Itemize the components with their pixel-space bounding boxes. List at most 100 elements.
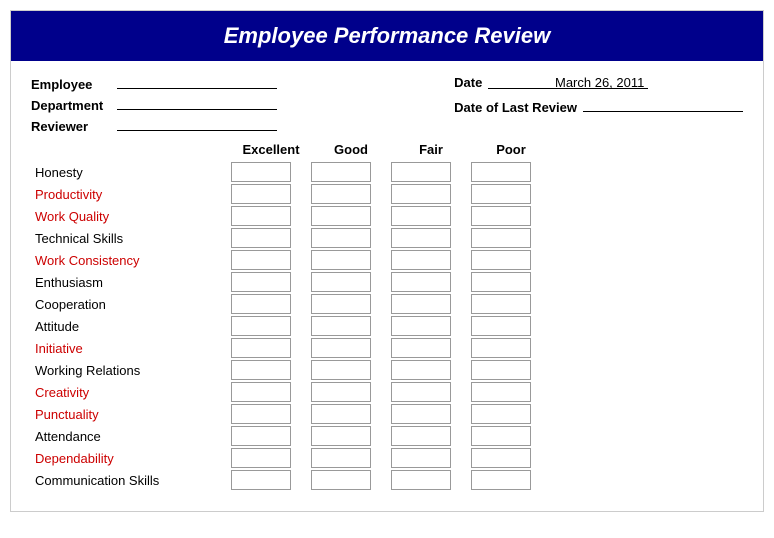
checkbox-good[interactable] — [311, 382, 371, 402]
criteria-row: Attendance — [31, 425, 743, 447]
criteria-row: Work Consistency — [31, 249, 743, 271]
checkbox-good[interactable] — [311, 206, 371, 226]
criteria-cells — [231, 338, 551, 358]
checkbox-fair[interactable] — [391, 338, 451, 358]
checkbox-fair[interactable] — [391, 206, 451, 226]
checkbox-excellent[interactable] — [231, 470, 291, 490]
criteria-row: Productivity — [31, 183, 743, 205]
page-header: Employee Performance Review — [11, 11, 763, 61]
criteria-label: Initiative — [31, 341, 231, 356]
checkbox-excellent[interactable] — [231, 272, 291, 292]
checkbox-fair[interactable] — [391, 404, 451, 424]
checkbox-excellent[interactable] — [231, 184, 291, 204]
checkbox-fair[interactable] — [391, 294, 451, 314]
checkbox-good[interactable] — [311, 294, 371, 314]
last-review-field[interactable] — [583, 98, 743, 112]
checkbox-fair[interactable] — [391, 272, 451, 292]
date-value[interactable]: March 26, 2011 — [488, 75, 648, 89]
criteria-cells — [231, 184, 551, 204]
checkbox-excellent[interactable] — [231, 250, 291, 270]
checkbox-excellent[interactable] — [231, 382, 291, 402]
checkbox-fair[interactable] — [391, 228, 451, 248]
criteria-row: Work Quality — [31, 205, 743, 227]
checkbox-good[interactable] — [311, 162, 371, 182]
criteria-row: Enthusiasm — [31, 271, 743, 293]
checkbox-excellent[interactable] — [231, 338, 291, 358]
checkbox-good[interactable] — [311, 360, 371, 380]
checkbox-good[interactable] — [311, 316, 371, 336]
checkbox-poor[interactable] — [471, 426, 531, 446]
date-label: Date — [454, 75, 482, 90]
criteria-label: Attendance — [31, 429, 231, 444]
criteria-row: Initiative — [31, 337, 743, 359]
checkbox-good[interactable] — [311, 272, 371, 292]
criteria-label: Enthusiasm — [31, 275, 231, 290]
checkbox-fair[interactable] — [391, 162, 451, 182]
checkbox-poor[interactable] — [471, 250, 531, 270]
checkbox-fair[interactable] — [391, 382, 451, 402]
column-headers: Excellent Good Fair Poor — [231, 142, 743, 157]
criteria-row: Cooperation — [31, 293, 743, 315]
info-section: Employee Department Reviewer Date March … — [11, 61, 763, 142]
reviewer-label: Reviewer — [31, 119, 111, 134]
checkbox-poor[interactable] — [471, 338, 531, 358]
checkbox-poor[interactable] — [471, 316, 531, 336]
info-left: Employee Department Reviewer — [31, 75, 277, 134]
employee-field[interactable] — [117, 75, 277, 89]
checkbox-poor[interactable] — [471, 272, 531, 292]
checkbox-poor[interactable] — [471, 184, 531, 204]
criteria-label: Honesty — [31, 165, 231, 180]
checkbox-poor[interactable] — [471, 228, 531, 248]
checkbox-poor[interactable] — [471, 294, 531, 314]
criteria-cells — [231, 404, 551, 424]
criteria-cells — [231, 360, 551, 380]
criteria-label: Communication Skills — [31, 473, 231, 488]
criteria-rows: Honesty Productivity Work QualityTechnical… — [31, 161, 743, 491]
checkbox-excellent[interactable] — [231, 360, 291, 380]
checkbox-good[interactable] — [311, 448, 371, 468]
checkbox-excellent[interactable] — [231, 228, 291, 248]
checkbox-excellent[interactable] — [231, 448, 291, 468]
criteria-row: Creativity — [31, 381, 743, 403]
checkbox-poor[interactable] — [471, 448, 531, 468]
criteria-label: Productivity — [31, 187, 231, 202]
department-row: Department — [31, 96, 277, 113]
checkbox-fair[interactable] — [391, 360, 451, 380]
checkbox-fair[interactable] — [391, 470, 451, 490]
checkbox-excellent[interactable] — [231, 316, 291, 336]
checkbox-fair[interactable] — [391, 448, 451, 468]
checkbox-fair[interactable] — [391, 316, 451, 336]
last-review-row: Date of Last Review — [454, 98, 743, 115]
checkbox-excellent[interactable] — [231, 206, 291, 226]
checkbox-good[interactable] — [311, 184, 371, 204]
department-field[interactable] — [117, 96, 277, 110]
checkbox-good[interactable] — [311, 338, 371, 358]
checkbox-good[interactable] — [311, 404, 371, 424]
checkbox-poor[interactable] — [471, 162, 531, 182]
criteria-row: Technical Skills — [31, 227, 743, 249]
criteria-row: Honesty — [31, 161, 743, 183]
checkbox-good[interactable] — [311, 470, 371, 490]
checkbox-excellent[interactable] — [231, 404, 291, 424]
reviewer-field[interactable] — [117, 117, 277, 131]
header-poor: Poor — [471, 142, 551, 157]
checkbox-fair[interactable] — [391, 184, 451, 204]
criteria-label: Cooperation — [31, 297, 231, 312]
checkbox-poor[interactable] — [471, 206, 531, 226]
criteria-cells — [231, 272, 551, 292]
checkbox-good[interactable] — [311, 426, 371, 446]
checkbox-poor[interactable] — [471, 382, 531, 402]
checkbox-good[interactable] — [311, 250, 371, 270]
checkbox-good[interactable] — [311, 228, 371, 248]
criteria-cells — [231, 250, 551, 270]
checkbox-excellent[interactable] — [231, 426, 291, 446]
checkbox-poor[interactable] — [471, 360, 531, 380]
checkbox-excellent[interactable] — [231, 294, 291, 314]
checkbox-excellent[interactable] — [231, 162, 291, 182]
checkbox-fair[interactable] — [391, 426, 451, 446]
reviewer-row: Reviewer — [31, 117, 277, 134]
last-review-label: Date of Last Review — [454, 100, 577, 115]
checkbox-poor[interactable] — [471, 470, 531, 490]
checkbox-poor[interactable] — [471, 404, 531, 424]
checkbox-fair[interactable] — [391, 250, 451, 270]
